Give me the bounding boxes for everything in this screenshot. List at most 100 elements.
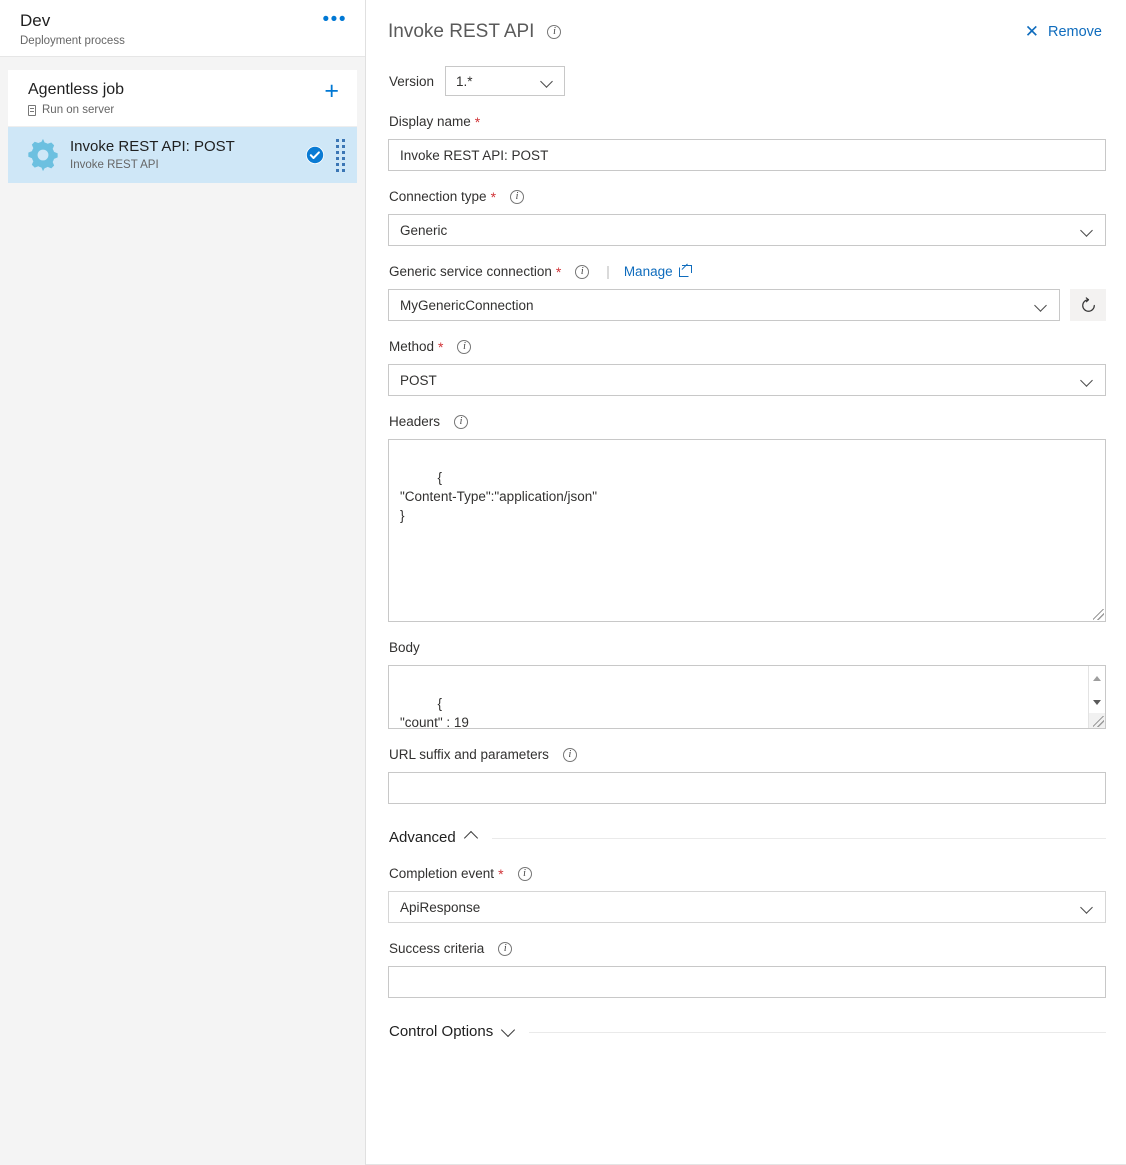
refresh-button[interactable] — [1070, 289, 1106, 321]
job-title: Agentless job — [28, 79, 124, 100]
success-criteria-label-text: Success criteria — [389, 940, 484, 958]
sidebar-header: Dev Deployment process ••• — [0, 0, 365, 57]
chevron-down-icon[interactable] — [502, 1026, 514, 1038]
display-name-value: Invoke REST API: POST — [400, 148, 548, 163]
field-body: Body { "count" : 19 "value" : [ — [388, 639, 1106, 729]
service-connection-value: MyGenericConnection — [400, 298, 534, 313]
stage-title: Dev — [20, 10, 125, 32]
method-select[interactable]: POST — [388, 364, 1106, 396]
sidebar-header-text: Dev Deployment process — [20, 10, 125, 49]
completion-event-label-text: Completion event — [389, 865, 494, 883]
version-value: 1.* — [456, 74, 473, 89]
completion-event-select[interactable]: ApiResponse — [388, 891, 1106, 923]
info-icon-success-criteria[interactable]: i — [498, 942, 512, 956]
headers-label: Headers i — [388, 413, 1106, 431]
remove-button[interactable]: ✕ Remove — [1025, 24, 1106, 40]
agentless-job-row[interactable]: Agentless job Run on server + — [8, 70, 357, 127]
detail-header: Invoke REST API i ✕ Remove — [388, 0, 1106, 46]
sidebar-spacer — [0, 57, 365, 70]
method-value: POST — [400, 373, 437, 388]
url-suffix-input[interactable] — [388, 772, 1106, 804]
body-value: { "count" : 19 "value" : [ — [400, 696, 469, 729]
task-detail-panel: Invoke REST API i ✕ Remove Version 1.* D — [366, 0, 1126, 1165]
manage-link-label: Manage — [624, 263, 673, 281]
info-icon-completion-event[interactable]: i — [518, 867, 532, 881]
headers-label-text: Headers — [389, 413, 440, 431]
info-icon-service-connection[interactable]: i — [575, 265, 589, 279]
task-detail-inner: Invoke REST API i ✕ Remove Version 1.* D — [366, 0, 1126, 1042]
info-icon-url-suffix[interactable]: i — [563, 748, 577, 762]
add-task-icon[interactable]: + — [320, 79, 343, 103]
page-title: Invoke REST API — [388, 20, 534, 44]
headers-value: { "Content-Type":"application/json" } — [400, 470, 597, 523]
section-divider — [529, 1032, 1106, 1033]
enabled-check-icon[interactable] — [305, 145, 325, 165]
manage-link[interactable]: Manage — [624, 263, 689, 281]
connection-type-label: Connection type * i — [388, 188, 1106, 206]
body-label: Body — [388, 639, 1106, 657]
info-icon-method[interactable]: i — [457, 340, 471, 354]
server-icon — [28, 105, 36, 116]
version-select[interactable]: 1.* — [445, 66, 565, 96]
field-url-suffix: URL suffix and parameters i — [388, 746, 1106, 804]
scroll-up-icon[interactable] — [1089, 670, 1105, 687]
info-icon-headers[interactable]: i — [454, 415, 468, 429]
task-editor-page: Dev Deployment process ••• Agentless job… — [0, 0, 1126, 1165]
control-options-section-title: Control Options — [389, 1022, 493, 1042]
completion-event-label: Completion event * i — [388, 865, 1106, 883]
method-label-text: Method — [389, 338, 434, 356]
chevron-down-icon — [1036, 300, 1047, 311]
required-marker: * — [491, 191, 496, 203]
chevron-down-icon — [1082, 375, 1093, 386]
task-title: Invoke REST API: POST — [70, 137, 305, 157]
field-headers: Headers i { "Content-Type":"application/… — [388, 413, 1106, 622]
display-name-label-text: Display name — [389, 113, 471, 131]
job-subtitle: Run on server — [42, 103, 114, 118]
task-text: Invoke REST API: POST Invoke REST API — [70, 137, 305, 173]
gear-icon — [26, 138, 60, 172]
remove-button-label: Remove — [1048, 24, 1102, 40]
service-connection-select[interactable]: MyGenericConnection — [388, 289, 1060, 321]
field-service-connection: Generic service connection * i | Manage … — [388, 263, 1106, 321]
chevron-down-icon — [1082, 902, 1093, 913]
external-link-icon — [679, 267, 689, 277]
control-options-section-header[interactable]: Control Options — [388, 1022, 1106, 1042]
advanced-section-body: Completion event * i ApiResponse Success… — [388, 865, 1106, 998]
connection-type-select[interactable]: Generic — [388, 214, 1106, 246]
body-textarea[interactable]: { "count" : 19 "value" : [ — [388, 665, 1106, 729]
task-subtitle: Invoke REST API — [70, 158, 305, 173]
sidebar-list: Agentless job Run on server + Invoke — [0, 70, 365, 183]
chevron-down-icon — [1082, 225, 1093, 236]
required-marker: * — [438, 341, 443, 353]
field-connection-type: Connection type * i Generic — [388, 188, 1106, 246]
required-marker: * — [556, 266, 561, 278]
completion-event-value: ApiResponse — [400, 900, 480, 915]
sidebar-item-invoke-rest-api[interactable]: Invoke REST API: POST Invoke REST API — [8, 127, 357, 183]
field-display-name: Display name * Invoke REST API: POST — [388, 113, 1106, 171]
chevron-down-icon — [542, 76, 553, 87]
refresh-icon — [1080, 297, 1097, 314]
chevron-up-icon[interactable] — [465, 832, 477, 844]
label-separator: | — [606, 263, 610, 281]
field-method: Method * i POST — [388, 338, 1106, 396]
success-criteria-input[interactable] — [388, 966, 1106, 998]
resize-handle-icon[interactable] — [1093, 609, 1104, 620]
section-divider — [492, 838, 1106, 839]
scroll-down-icon[interactable] — [1089, 694, 1105, 711]
service-connection-label-text: Generic service connection — [389, 263, 552, 281]
url-suffix-label-text: URL suffix and parameters — [389, 746, 549, 764]
stage-subtitle: Deployment process — [20, 34, 125, 49]
job-text: Agentless job Run on server — [28, 79, 124, 118]
more-options-icon[interactable]: ••• — [317, 10, 349, 34]
field-success-criteria: Success criteria i — [388, 940, 1106, 998]
close-icon: ✕ — [1025, 25, 1039, 39]
info-icon-task[interactable]: i — [547, 25, 561, 39]
required-marker: * — [498, 868, 503, 880]
headers-textarea[interactable]: { "Content-Type":"application/json" } — [388, 439, 1106, 622]
display-name-input[interactable]: Invoke REST API: POST — [388, 139, 1106, 171]
info-icon-connection-type[interactable]: i — [510, 190, 524, 204]
body-scrollbar[interactable] — [1088, 666, 1105, 728]
connection-type-label-text: Connection type — [389, 188, 487, 206]
drag-handle-icon[interactable] — [336, 138, 345, 172]
advanced-section-header[interactable]: Advanced — [388, 828, 1106, 848]
